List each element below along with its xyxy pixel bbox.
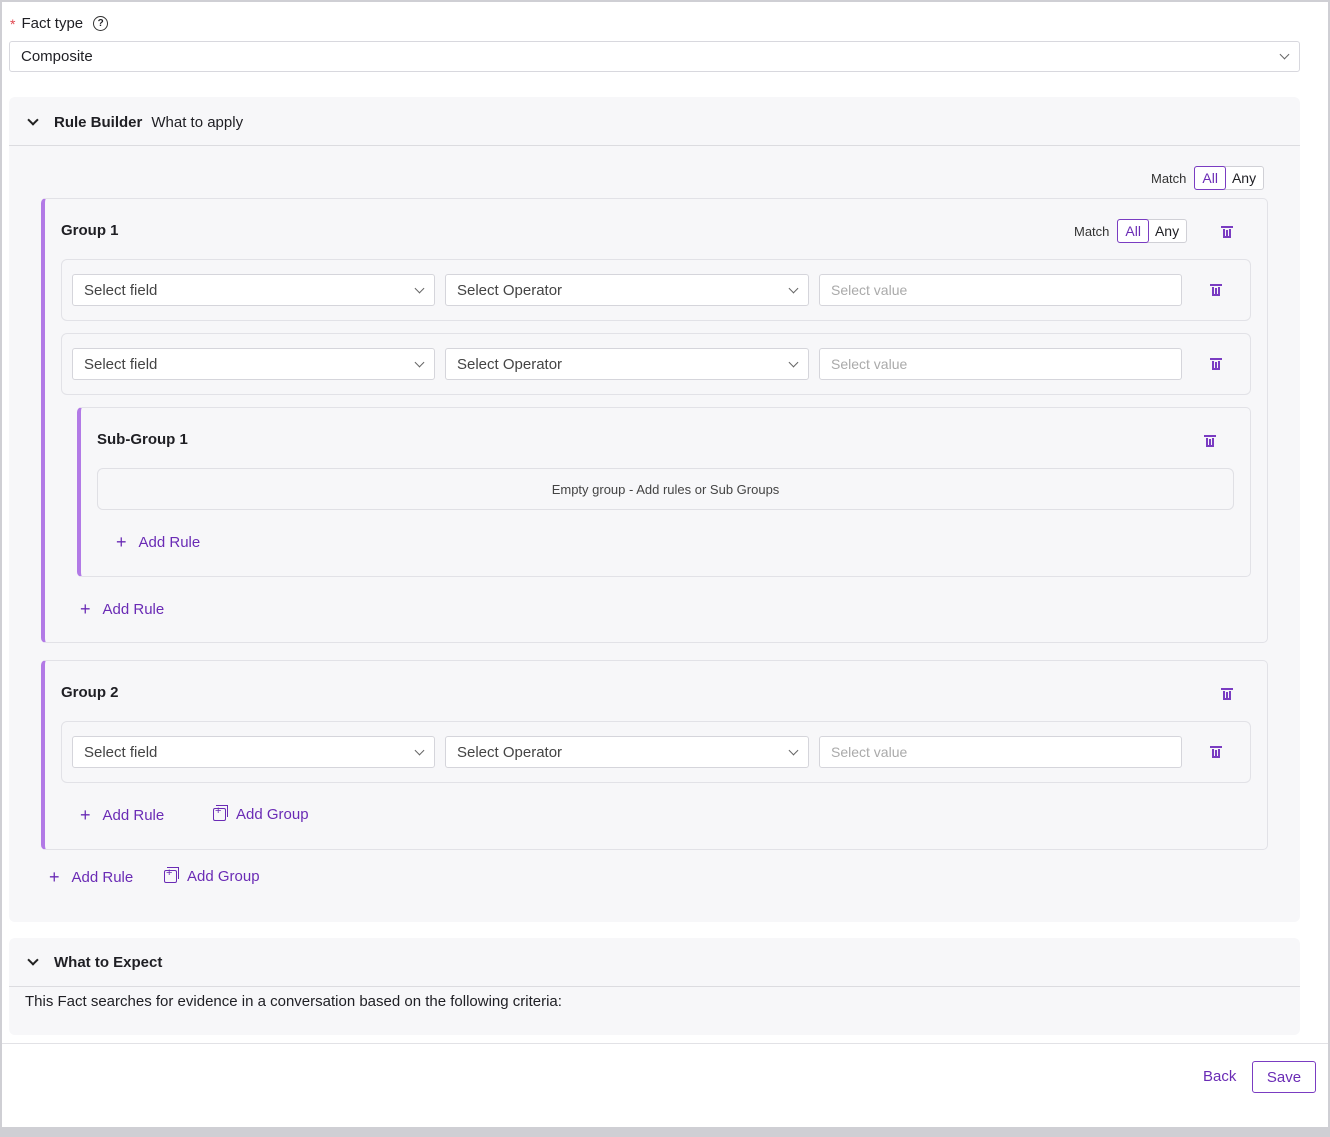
add-rule-button[interactable]: + Add Rule <box>49 868 133 886</box>
rule-builder-subtitle: What to apply <box>151 113 244 131</box>
select-operator-text: Select Operator <box>457 743 563 761</box>
add-group-label: Add Group <box>187 868 260 885</box>
chevron-down-icon <box>788 745 799 755</box>
rule-builder-header[interactable]: Rule Builder What to apply <box>9 112 243 132</box>
select-operator-dropdown[interactable]: Select Operator <box>445 274 809 306</box>
delete-group-1-icon[interactable] <box>1221 226 1233 238</box>
add-group-button[interactable]: Add Group <box>164 867 260 885</box>
add-rule-button[interactable]: + Add Rule <box>80 806 164 824</box>
add-group-icon <box>213 805 228 821</box>
what-to-expect-description: This Fact searches for evidence in a con… <box>25 993 562 1010</box>
add-rule-button[interactable]: + Add Rule <box>80 600 164 618</box>
select-operator-text: Select Operator <box>457 355 563 373</box>
select-value-placeholder: Select value <box>831 282 908 298</box>
delete-rule-icon[interactable] <box>1210 358 1222 370</box>
match-segmented-control: All Any <box>1117 219 1188 243</box>
collapse-caret-icon[interactable] <box>27 114 39 126</box>
add-rule-label: Add Rule <box>138 533 201 551</box>
fact-type-value: Composite <box>21 48 93 65</box>
select-field-text: Select field <box>84 743 158 761</box>
add-group-icon <box>164 867 179 883</box>
plus-icon: + <box>49 867 60 887</box>
what-to-expect-divider <box>9 986 1300 987</box>
required-mark: * <box>10 15 16 32</box>
footer-divider <box>2 1043 1328 1044</box>
group-2-title: Group 2 <box>61 684 119 701</box>
save-button[interactable]: Save <box>1252 1061 1316 1093</box>
fact-type-select[interactable]: Composite <box>9 41 1300 72</box>
group-1-match-toggle: Match All Any <box>1074 219 1188 243</box>
select-field-dropdown[interactable]: Select field <box>72 736 435 768</box>
chevron-down-icon <box>788 283 799 293</box>
plus-icon: + <box>80 599 91 619</box>
chevron-down-icon <box>788 357 799 367</box>
select-value-placeholder: Select value <box>831 744 908 760</box>
match-any-option[interactable]: Any <box>1148 220 1186 242</box>
match-segmented-control: All Any <box>1194 166 1265 190</box>
chevron-down-icon <box>1279 49 1290 60</box>
chevron-down-icon <box>414 357 425 367</box>
help-icon[interactable]: ? <box>93 16 109 31</box>
match-all-option[interactable]: All <box>1117 219 1149 243</box>
delete-sub-group-icon[interactable] <box>1204 435 1216 447</box>
select-field-text: Select field <box>84 355 158 373</box>
sub-group-1-title: Sub-Group 1 <box>97 431 188 448</box>
plus-icon: + <box>80 805 91 825</box>
collapse-caret-icon[interactable] <box>27 954 39 966</box>
add-rule-label: Add Rule <box>102 806 165 824</box>
group-1-title: Group 1 <box>61 222 119 239</box>
root-match-toggle: Match All Any <box>1151 166 1265 190</box>
chevron-down-icon <box>414 283 425 293</box>
empty-group-placeholder: Empty group - Add rules or Sub Groups <box>97 468 1234 510</box>
what-to-expect-header[interactable]: What to Expect <box>9 952 171 972</box>
select-value-input[interactable]: Select value <box>819 274 1182 306</box>
add-rule-button[interactable]: + Add Rule <box>116 533 200 551</box>
back-button[interactable]: Back <box>1203 1068 1236 1085</box>
chevron-down-icon <box>414 745 425 755</box>
select-value-input[interactable]: Select value <box>819 736 1182 768</box>
rule-builder-title: Rule Builder <box>54 113 143 131</box>
add-group-label: Add Group <box>236 806 309 823</box>
select-operator-dropdown[interactable]: Select Operator <box>445 348 809 380</box>
select-value-input[interactable]: Select value <box>819 348 1182 380</box>
rule-builder-divider <box>9 145 1300 146</box>
what-to-expect-title: What to Expect <box>54 953 163 971</box>
delete-rule-icon[interactable] <box>1210 284 1222 296</box>
add-rule-label: Add Rule <box>102 600 165 618</box>
select-field-text: Select field <box>84 281 158 299</box>
add-rule-label: Add Rule <box>71 868 134 886</box>
match-any-option[interactable]: Any <box>1225 167 1263 189</box>
match-label: Match <box>1151 170 1187 186</box>
fact-type-label-text: Fact type <box>21 15 84 32</box>
select-field-dropdown[interactable]: Select field <box>72 274 435 306</box>
delete-group-2-icon[interactable] <box>1221 688 1233 700</box>
select-operator-dropdown[interactable]: Select Operator <box>445 736 809 768</box>
match-all-option[interactable]: All <box>1194 166 1226 190</box>
plus-icon: + <box>116 532 127 552</box>
delete-rule-icon[interactable] <box>1210 746 1222 758</box>
fact-type-label: * Fact type ? <box>10 15 109 32</box>
add-group-button[interactable]: Add Group <box>213 805 309 823</box>
select-value-placeholder: Select value <box>831 356 908 372</box>
match-label: Match <box>1074 223 1110 239</box>
empty-group-text: Empty group - Add rules or Sub Groups <box>551 481 780 497</box>
select-operator-text: Select Operator <box>457 281 563 299</box>
select-field-dropdown[interactable]: Select field <box>72 348 435 380</box>
